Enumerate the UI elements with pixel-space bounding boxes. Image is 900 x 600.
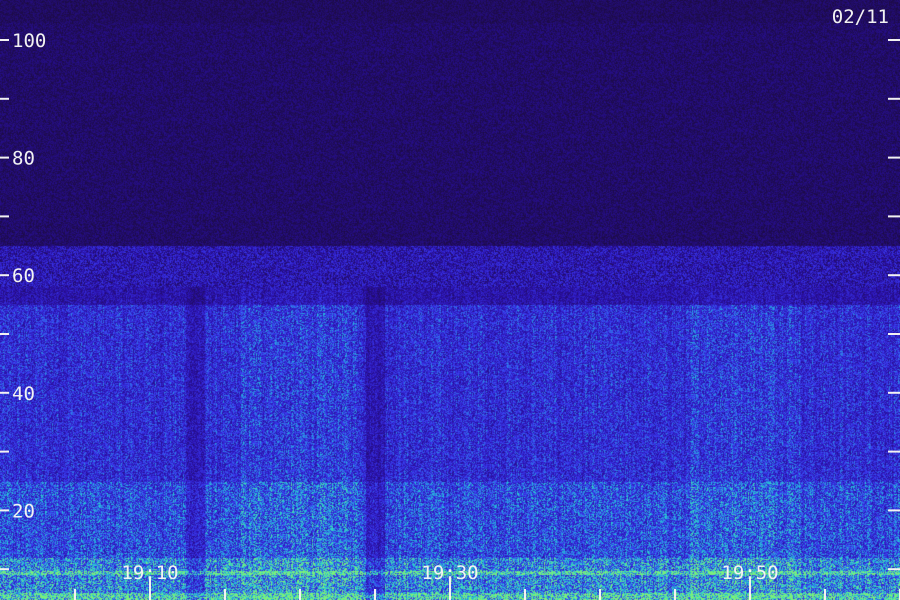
y-tick-label-40: 40 xyxy=(12,383,35,405)
spectrogram-chart: 20 40 60 80 100 19:10 19:30 19:50 02/11 xyxy=(0,0,900,600)
y-tick-label-80: 80 xyxy=(12,148,35,170)
y-axis: 20 40 60 80 100 xyxy=(0,30,900,571)
x-tick-label-19:30: 19:30 xyxy=(421,562,478,584)
axis-overlay: 20 40 60 80 100 19:10 19:30 19:50 02/11 xyxy=(0,6,900,600)
x-tick-label-19:50: 19:50 xyxy=(721,562,778,584)
x-axis: 19:10 19:30 19:50 xyxy=(74,562,900,600)
y-tick-label-100: 100 xyxy=(12,30,46,52)
y-tick-label-20: 20 xyxy=(12,500,35,522)
y-tick-label-60: 60 xyxy=(12,265,35,287)
x-tick-label-19:10: 19:10 xyxy=(121,562,178,584)
date-label: 02/11 xyxy=(832,6,889,28)
